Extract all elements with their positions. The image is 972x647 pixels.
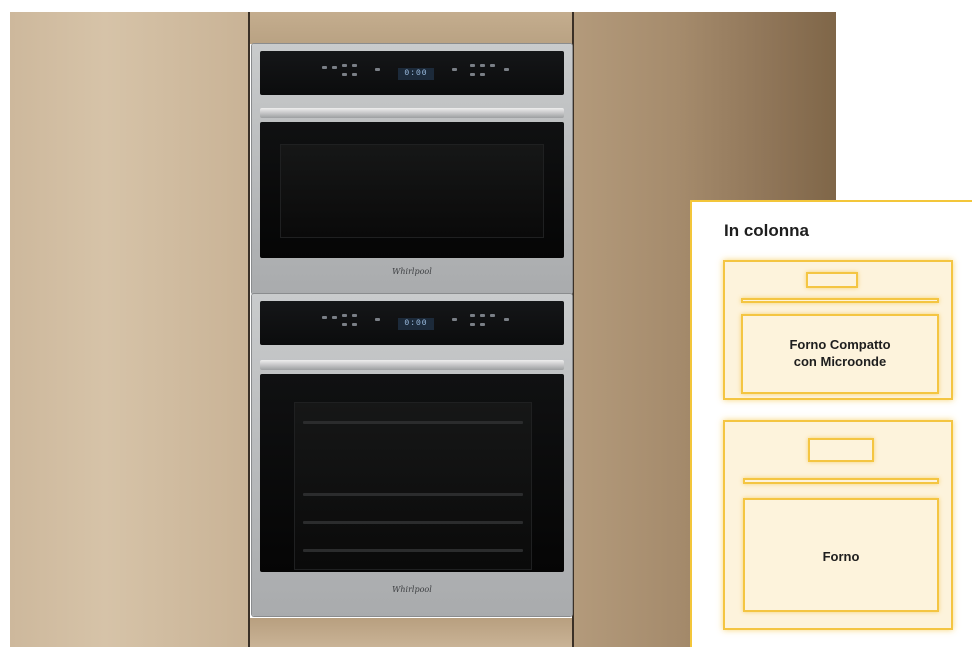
compact-microwave-label-line1: Forno Compatto [789, 337, 891, 352]
door-window [294, 402, 532, 570]
door-handle [260, 108, 564, 118]
control-panel-shape [806, 272, 858, 288]
legend-title: In colonna [724, 221, 809, 240]
compact-microwave-label-line2: con Microonde [793, 354, 887, 369]
oven-diagram: Forno [723, 420, 953, 630]
door-handle [260, 360, 564, 370]
cabinet-gap-left [248, 12, 250, 647]
oven: 0:00 Whirlpool [252, 294, 572, 616]
cabinet-gap-right [572, 12, 574, 647]
cabinet-bottom [250, 618, 572, 647]
oven-rack [303, 493, 523, 496]
cabinet-left [10, 12, 248, 647]
compact-microwave-oven: 0:00 Whirlpool [252, 44, 572, 294]
handle-shape [741, 298, 939, 303]
control-panel: 0:00 [260, 51, 564, 95]
oven-rack [303, 421, 523, 424]
brand-logo: Whirlpool [392, 585, 432, 594]
control-panel-shape [808, 438, 874, 462]
control-panel: 0:00 [260, 301, 564, 345]
oven-rack [303, 521, 523, 524]
door-shape: Forno [743, 498, 939, 612]
door-shape: Forno Compatto con Microonde [741, 314, 939, 394]
oven-door [260, 122, 564, 258]
oven-door [260, 374, 564, 572]
oven-display: 0:00 [398, 68, 434, 80]
cabinet-top [250, 12, 572, 44]
handle-shape [743, 478, 939, 484]
oven-display: 0:00 [398, 318, 434, 330]
oven-label: Forno [822, 549, 860, 564]
brand-logo: Whirlpool [392, 267, 432, 276]
oven-rack [303, 549, 523, 552]
configuration-legend: In colonna Forno Compatto con Microonde … [690, 200, 972, 647]
door-window [280, 144, 544, 238]
compact-microwave-diagram: Forno Compatto con Microonde [723, 260, 953, 400]
